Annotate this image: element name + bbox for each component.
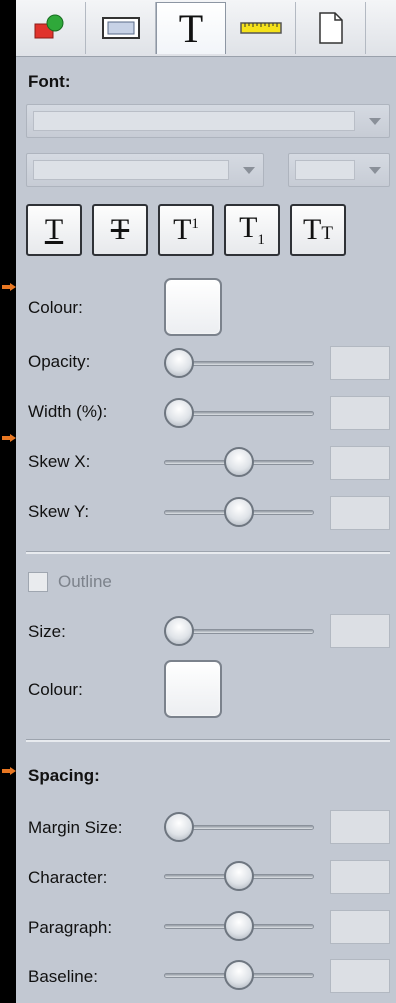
- superscript-button[interactable]: T1: [158, 204, 214, 256]
- skew-x-label: Skew X:: [28, 452, 91, 471]
- outline-colour-swatch[interactable]: [164, 660, 222, 718]
- small-caps-icon: TT: [303, 213, 333, 246]
- width-label: Width (%):: [28, 402, 108, 421]
- chevron-down-icon: [369, 167, 381, 174]
- text-properties-window: T Font: T T T1 T1 TT Colour: Opacity: Wi…: [0, 0, 396, 1003]
- slider-thumb[interactable]: [224, 960, 254, 990]
- outline-size-label: Size:: [28, 622, 66, 641]
- properties-panel: T Font: T T T1 T1 TT Colour: Opacity: Wi…: [16, 0, 396, 1003]
- slider-thumb[interactable]: [224, 861, 254, 891]
- opacity-value-field[interactable]: [330, 346, 390, 380]
- baseline-slider[interactable]: [164, 960, 314, 990]
- colour-label: Colour:: [28, 298, 83, 317]
- chevron-down-icon: [243, 167, 255, 174]
- chevron-down-icon: [369, 118, 381, 125]
- arrow-marker-icon: [2, 767, 16, 775]
- skew-x-slider[interactable]: [164, 447, 314, 477]
- skew-y-value-field[interactable]: [330, 496, 390, 530]
- font-family-dropdown[interactable]: [26, 104, 390, 138]
- baseline-value-field[interactable]: [330, 959, 390, 993]
- character-value-field[interactable]: [330, 860, 390, 894]
- outline-label: Outline: [58, 572, 112, 591]
- tab-page[interactable]: [296, 2, 366, 54]
- slider-thumb[interactable]: [224, 447, 254, 477]
- baseline-label: Baseline:: [28, 967, 98, 986]
- tab-bar: T: [16, 0, 396, 57]
- spacing-heading: Spacing:: [28, 766, 100, 785]
- subscript-icon: T1: [239, 211, 265, 248]
- slider-thumb[interactable]: [224, 497, 254, 527]
- tab-ruler[interactable]: [226, 2, 296, 54]
- slider-thumb[interactable]: [164, 616, 194, 646]
- opacity-slider[interactable]: [164, 348, 314, 378]
- slider-thumb[interactable]: [164, 348, 194, 378]
- small-caps-button[interactable]: TT: [290, 204, 346, 256]
- font-size-dropdown[interactable]: [288, 153, 390, 187]
- margin-size-label: Margin Size:: [28, 818, 123, 837]
- font-heading: Font:: [28, 72, 71, 91]
- arrow-marker-icon: [2, 434, 16, 442]
- shape-fill-icon: [34, 14, 63, 39]
- margin-size-value-field[interactable]: [330, 810, 390, 844]
- section-divider: [26, 739, 390, 742]
- skew-y-slider[interactable]: [164, 497, 314, 527]
- rectangle-icon: [101, 17, 140, 39]
- slider-thumb[interactable]: [164, 398, 194, 428]
- section-divider: [26, 551, 390, 554]
- width-slider[interactable]: [164, 398, 314, 428]
- tab-border[interactable]: [86, 2, 156, 54]
- outline-colour-label: Colour:: [28, 680, 83, 699]
- slider-thumb[interactable]: [224, 911, 254, 941]
- width-value-field[interactable]: [330, 396, 390, 430]
- character-slider[interactable]: [164, 861, 314, 891]
- skew-y-label: Skew Y:: [28, 502, 90, 521]
- underline-icon: T: [44, 213, 64, 246]
- text-colour-swatch[interactable]: [164, 278, 222, 336]
- text-t-icon: T: [178, 6, 204, 51]
- page-icon: [318, 12, 343, 44]
- outline-size-value-field[interactable]: [330, 614, 390, 648]
- slider-thumb[interactable]: [164, 812, 194, 842]
- ruler-icon: [239, 22, 282, 34]
- margin-size-slider[interactable]: [164, 812, 314, 842]
- paragraph-label: Paragraph:: [28, 918, 113, 937]
- outline-checkbox[interactable]: [28, 572, 48, 592]
- subscript-button[interactable]: T1: [224, 204, 280, 256]
- character-label: Character:: [28, 868, 108, 887]
- left-margin-strip: [0, 0, 16, 1003]
- arrow-marker-icon: [2, 283, 16, 291]
- tab-shape[interactable]: [16, 2, 86, 54]
- strikethrough-icon: T: [110, 213, 130, 246]
- underline-button[interactable]: T: [26, 204, 82, 256]
- strikethrough-button[interactable]: T: [92, 204, 148, 256]
- superscript-icon: T1: [173, 213, 199, 246]
- outline-size-slider[interactable]: [164, 616, 314, 646]
- skew-x-value-field[interactable]: [330, 446, 390, 480]
- opacity-label: Opacity:: [28, 352, 91, 371]
- paragraph-value-field[interactable]: [330, 910, 390, 944]
- tab-text[interactable]: T: [156, 2, 226, 54]
- paragraph-slider[interactable]: [164, 911, 314, 941]
- font-style-dropdown[interactable]: [26, 153, 264, 187]
